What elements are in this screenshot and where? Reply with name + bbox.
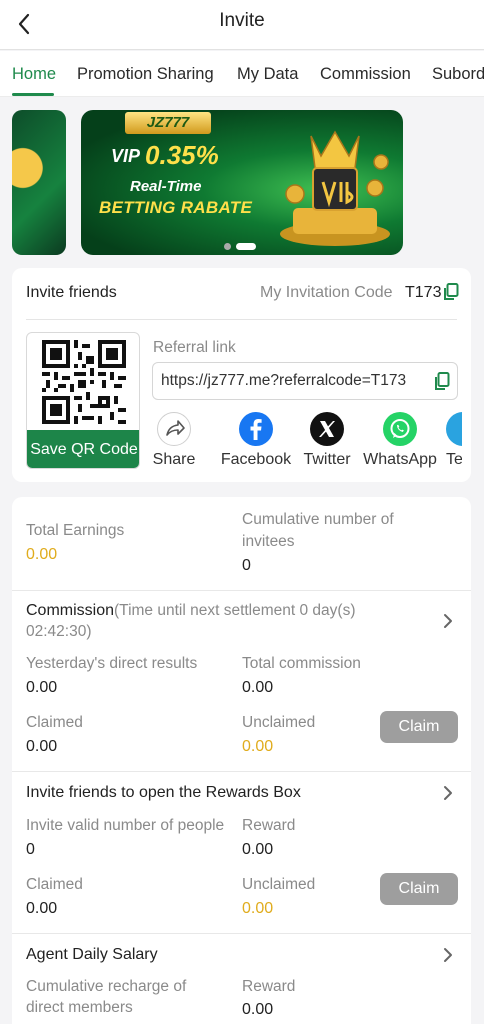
- invitation-code-label: My Invitation Code: [260, 284, 393, 301]
- invitees-label-line1: Cumulative number of: [242, 511, 394, 528]
- total-commission-label: Total commission: [242, 655, 361, 672]
- earnings-summary-card: Total Earnings 0.00 Cumulative number of…: [12, 497, 471, 590]
- vip-trophy-illustration: [280, 130, 390, 246]
- rewards-box-unclaimed-value: 0.00: [242, 900, 274, 917]
- rewards-box-section[interactable]: Invite friends to open the Rewards Box I…: [12, 771, 471, 933]
- settlement-countdown-line1: (Time until next settlement 0 day(s): [114, 602, 356, 619]
- tab-commission[interactable]: Commission: [320, 65, 411, 84]
- qr-code-image: [42, 340, 126, 424]
- top-bar: Invite: [0, 0, 484, 50]
- invite-friends-card: Invite friends My Invitation Code T173 S…: [12, 268, 471, 482]
- whatsapp-label: WhatsApp: [363, 451, 437, 468]
- agent-daily-salary-title: Agent Daily Salary: [26, 946, 158, 963]
- carousel-indicators: [224, 238, 261, 255]
- referral-link-field[interactable]: https://jz777.me?referralcode=T173: [152, 362, 458, 400]
- rewards-box-claim-button[interactable]: Claim: [380, 873, 458, 905]
- banner-slide-prev[interactable]: [12, 110, 66, 255]
- banner-slide-vip-rebate[interactable]: JZ777 VIP 0.35% Real-Time BETTING RABATE: [81, 110, 403, 255]
- commission-title: Commission: [26, 602, 115, 619]
- page-title: Invite: [219, 10, 265, 31]
- twitter-label: Twitter: [303, 451, 351, 468]
- divider: [12, 933, 471, 934]
- whatsapp-icon: [383, 412, 417, 446]
- tab-home[interactable]: Home: [12, 65, 56, 84]
- banner-carousel[interactable]: JZ777 VIP 0.35% Real-Time BETTING RABATE: [0, 98, 484, 263]
- settlement-countdown-line2: 02:42:30): [26, 623, 92, 640]
- carousel-dot[interactable]: [224, 243, 231, 251]
- share-button[interactable]: Share: [152, 412, 196, 469]
- share-options: Share Facebook Twitter WhatsApp Te: [152, 412, 462, 472]
- total-earnings-value: 0.00: [26, 546, 58, 563]
- total-commission-value: 0.00: [242, 679, 274, 696]
- rewards-box-reward-value: 0.00: [242, 841, 274, 858]
- tab-bar: Home Promotion Sharing My Data Commissio…: [0, 51, 484, 97]
- rewards-box-unclaimed-label: Unclaimed: [242, 876, 316, 893]
- facebook-icon: [239, 412, 273, 446]
- cumulative-recharge-label-line1: Cumulative recharge of: [26, 978, 187, 995]
- invitees-label-line2: invitees: [242, 533, 295, 550]
- salary-reward-value: 0.00: [242, 1001, 274, 1018]
- telegram-icon: [446, 412, 462, 446]
- commission-claim-button[interactable]: Claim: [380, 711, 458, 743]
- rewards-box-claimed-label: Claimed: [26, 876, 83, 893]
- chevron-right-icon[interactable]: [442, 946, 454, 964]
- carousel-dot-active[interactable]: [236, 243, 256, 251]
- copy-link-icon[interactable]: [434, 372, 450, 391]
- divider: [12, 590, 471, 591]
- banner-line2: BETTING RABATE: [99, 198, 253, 217]
- divider: [26, 319, 457, 320]
- share-whatsapp-button[interactable]: WhatsApp: [361, 412, 439, 469]
- commission-section[interactable]: Commission(Time until next settlement 0 …: [12, 590, 471, 771]
- tab-subordinates[interactable]: Subord: [432, 65, 484, 84]
- total-earnings-label: Total Earnings: [26, 522, 125, 539]
- chevron-right-icon[interactable]: [442, 784, 454, 802]
- rewards-box-claimed-value: 0.00: [26, 900, 58, 917]
- cumulative-recharge-label-line2: direct members: [26, 999, 133, 1016]
- save-qr-code-button[interactable]: Save QR Code: [27, 430, 139, 468]
- invitation-code-value: T173: [405, 284, 442, 301]
- commission-claimed-label: Claimed: [26, 714, 83, 731]
- twitter-x-icon: [310, 412, 344, 446]
- valid-invitees-value: 0: [26, 841, 35, 858]
- rewards-box-reward-label: Reward: [242, 817, 296, 834]
- referral-link-value: https://jz777.me?referralcode=T173: [161, 372, 407, 389]
- copy-code-icon[interactable]: [443, 283, 459, 301]
- qr-code-panel: Save QR Code: [26, 332, 140, 469]
- valid-invitees-label: Invite valid number of people: [26, 817, 225, 834]
- yesterday-direct-value: 0.00: [26, 679, 58, 696]
- active-tab-indicator: [12, 93, 54, 96]
- commission-title-row: Commission(Time until next settlement 0 …: [26, 602, 356, 620]
- share-facebook-button[interactable]: Facebook: [220, 412, 292, 469]
- banner-line1: Real-Time: [130, 178, 202, 195]
- share-telegram-button[interactable]: Tel: [446, 412, 462, 469]
- banner-vip-text: VIP: [111, 146, 141, 166]
- yesterday-direct-label: Yesterday's direct results: [26, 655, 198, 672]
- facebook-label: Facebook: [220, 451, 292, 468]
- chevron-right-icon[interactable]: [442, 612, 454, 630]
- tab-promotion-sharing[interactable]: Promotion Sharing: [77, 65, 214, 84]
- agent-daily-salary-section[interactable]: Agent Daily Salary Cumulative recharge o…: [12, 933, 471, 1024]
- telegram-label: Tel: [446, 451, 462, 468]
- invitees-value: 0: [242, 557, 251, 574]
- share-label: Share: [152, 451, 196, 468]
- commission-unclaimed-label: Unclaimed: [242, 714, 316, 731]
- referral-link-label: Referral link: [153, 339, 236, 356]
- share-icon: [157, 412, 191, 446]
- rewards-box-title: Invite friends to open the Rewards Box: [26, 784, 301, 801]
- salary-reward-label: Reward: [242, 978, 296, 995]
- commission-claimed-value: 0.00: [26, 738, 58, 755]
- commission-unclaimed-value: 0.00: [242, 738, 274, 755]
- banner-rate: 0.35%: [145, 140, 219, 170]
- brand-logo: JZ777: [125, 112, 211, 134]
- share-twitter-button[interactable]: Twitter: [301, 412, 353, 469]
- invite-friends-title: Invite friends: [26, 284, 117, 301]
- tab-my-data[interactable]: My Data: [237, 65, 298, 84]
- divider: [12, 771, 471, 772]
